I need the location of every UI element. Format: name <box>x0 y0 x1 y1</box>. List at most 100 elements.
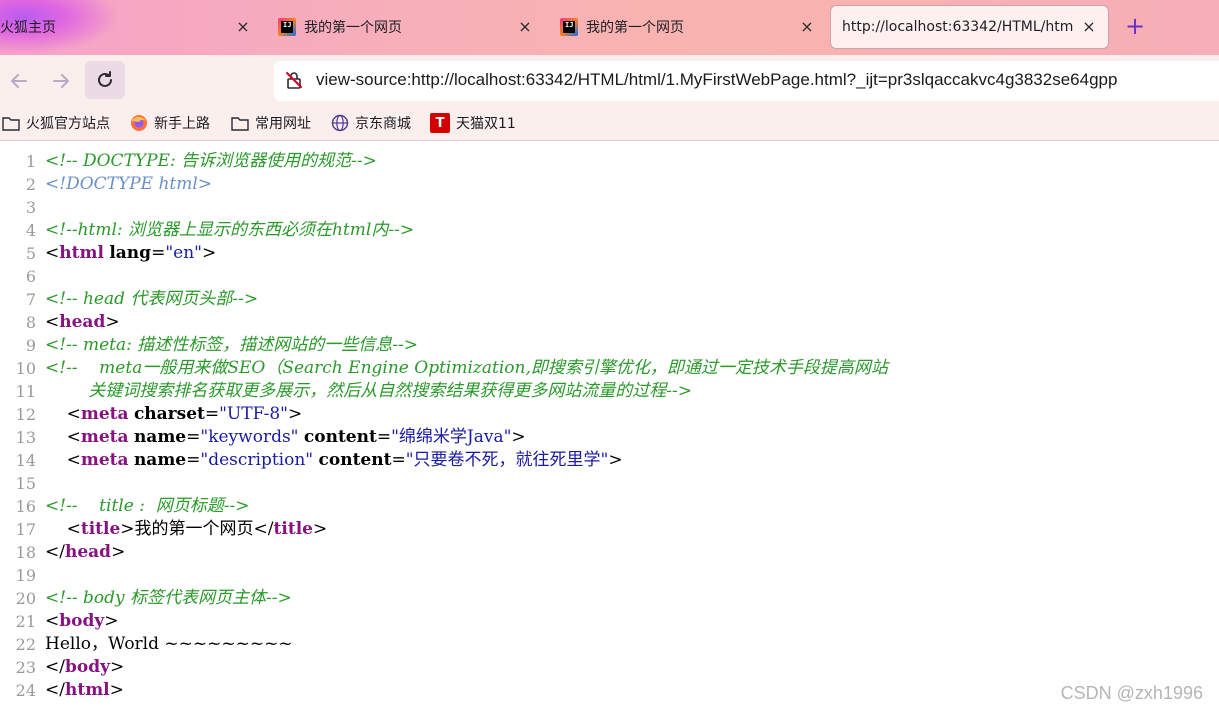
code-element: </body> <box>45 657 125 677</box>
attr-name: content <box>318 450 392 470</box>
attr-name: content <box>303 427 377 447</box>
close-icon[interactable]: × <box>234 18 252 36</box>
tab-my-first-page-2[interactable]: IJ 我的第一个网页 × <box>560 6 826 48</box>
code-comment: <!-- body 标签代表网页主体--> <box>45 588 292 608</box>
code-element: <meta name="keywords" content="绵绵米学Java"… <box>45 427 526 447</box>
firefox-icon <box>130 114 148 132</box>
line-number: 14 <box>15 451 36 470</box>
tab-title: 火狐主页 <box>0 20 56 36</box>
attr-value: "description" <box>200 450 314 470</box>
code-element: <meta name="description" content="只要卷不死，… <box>45 450 623 470</box>
tag-name: body <box>64 657 110 677</box>
code-doctype: <!DOCTYPE html> <box>45 174 213 194</box>
code-comment: <!-- head 代表网页头部--> <box>45 289 259 309</box>
attr-name: charset <box>133 404 205 424</box>
back-arrow-icon <box>11 74 27 88</box>
new-tab-button[interactable]: + <box>1122 14 1148 40</box>
tag-name: title <box>273 519 313 539</box>
attr-value: "绵绵米学Java" <box>391 427 512 447</box>
line-number: 8 <box>25 313 36 332</box>
tab-firefox-home[interactable]: 火狐主页 × <box>0 6 262 48</box>
code-element: <head> <box>45 312 120 332</box>
attr-name: lang <box>109 243 152 263</box>
code-element: <html lang="en"> <box>45 243 217 263</box>
code-comment: 关键词搜索排名获取更多展示，然后从自然搜索结果获得更多网站流量的过程--> <box>45 381 692 401</box>
attr-name: name <box>133 450 187 470</box>
line-number: 9 <box>25 336 36 355</box>
intellij-icon: IJ <box>278 18 296 36</box>
tab-title: 我的第一个网页 <box>304 20 402 36</box>
bookmark-getting-started[interactable]: 新手上路 <box>130 112 210 134</box>
tag-name: title <box>80 519 121 539</box>
insecure-lock-icon[interactable] <box>284 70 304 90</box>
tmall-icon: T <box>430 113 450 133</box>
line-number: 15 <box>15 474 36 493</box>
line-number: 4 <box>25 221 36 240</box>
bookmark-label: 火狐官方站点 <box>26 116 110 132</box>
tag-name: body <box>59 611 105 631</box>
close-icon[interactable]: × <box>1080 18 1098 36</box>
line-number: 23 <box>15 658 36 677</box>
line-number: 18 <box>15 543 36 562</box>
body-text: Hello，World ~~~~~~~~~ <box>45 634 293 654</box>
line-number: 6 <box>25 267 36 286</box>
bookmark-label: 常用网址 <box>255 116 311 132</box>
tag-name: head <box>59 312 106 332</box>
attr-name: name <box>133 427 187 447</box>
line-number: 2 <box>25 175 36 194</box>
line-number: 21 <box>15 612 36 631</box>
forward-button[interactable] <box>42 63 80 99</box>
tag-name: head <box>64 542 112 562</box>
bookmark-label: 天猫双11 <box>456 116 516 132</box>
tag-name: html <box>64 680 110 700</box>
line-number: 12 <box>15 405 36 424</box>
intellij-icon: IJ <box>560 18 578 36</box>
bookmark-common-sites[interactable]: 常用网址 <box>231 112 311 134</box>
line-number: 16 <box>15 497 36 516</box>
code-element: <body> <box>45 611 119 631</box>
code-element: </html> <box>45 680 124 700</box>
tab-title: http://localhost:63342/HTML/htm <box>842 19 1074 35</box>
line-number: 22 <box>15 635 36 654</box>
reload-button[interactable] <box>85 61 125 99</box>
bookmark-label: 新手上路 <box>154 116 210 132</box>
code-comment: <!-- title : 网页标题--> <box>45 496 250 516</box>
tab-title: 我的第一个网页 <box>586 20 684 36</box>
line-number: 19 <box>15 566 36 585</box>
attr-value: "keywords" <box>200 427 299 447</box>
folder-icon <box>2 114 20 132</box>
tag-name: html <box>59 243 104 263</box>
line-number: 1 <box>25 152 36 171</box>
globe-icon <box>331 114 349 132</box>
url-text[interactable]: view-source:http://localhost:63342/HTML/… <box>316 70 1117 90</box>
bookmark-label: 京东商城 <box>355 116 411 132</box>
line-number: 10 <box>15 359 36 378</box>
bookmark-jd[interactable]: 京东商城 <box>331 112 411 134</box>
tab-my-first-page-1[interactable]: IJ 我的第一个网页 × <box>278 6 544 48</box>
attr-value: "en" <box>165 243 202 263</box>
code-comment: <!-- meta: 描述性标签，描述网站的一些信息--> <box>45 335 418 355</box>
code-comment: <!-- meta一般用来做SEO（Search Engine Optimiza… <box>45 358 888 378</box>
reload-icon <box>98 71 112 87</box>
tag-name: meta <box>80 450 129 470</box>
line-number: 11 <box>15 382 36 401</box>
bookmark-tmall[interactable]: T 天猫双11 <box>430 112 516 134</box>
forward-arrow-icon <box>53 74 69 88</box>
line-number: 7 <box>25 290 36 309</box>
attr-value: "UTF-8" <box>219 404 289 424</box>
back-button[interactable] <box>0 63 38 99</box>
line-number: 24 <box>15 681 36 700</box>
folder-icon <box>231 114 249 132</box>
attr-value: "只要卷不死，就往死里学" <box>405 450 609 470</box>
close-icon[interactable]: × <box>516 18 534 36</box>
close-icon[interactable]: × <box>798 18 816 36</box>
code-comment: <!--html: 浏览器上显示的东西必须在html内--> <box>45 220 415 240</box>
code-element: <meta charset="UTF-8"> <box>45 404 303 424</box>
title-text: 我的第一个网页 <box>134 519 254 539</box>
line-number: 3 <box>25 198 36 217</box>
code-element: <title>我的第一个网页</title> <box>45 519 328 539</box>
bookmark-firefox-official[interactable]: 火狐官方站点 <box>2 112 110 134</box>
line-number: 17 <box>15 520 36 539</box>
line-number: 5 <box>25 244 36 263</box>
tab-view-source[interactable]: http://localhost:63342/HTML/htm × <box>830 5 1109 49</box>
